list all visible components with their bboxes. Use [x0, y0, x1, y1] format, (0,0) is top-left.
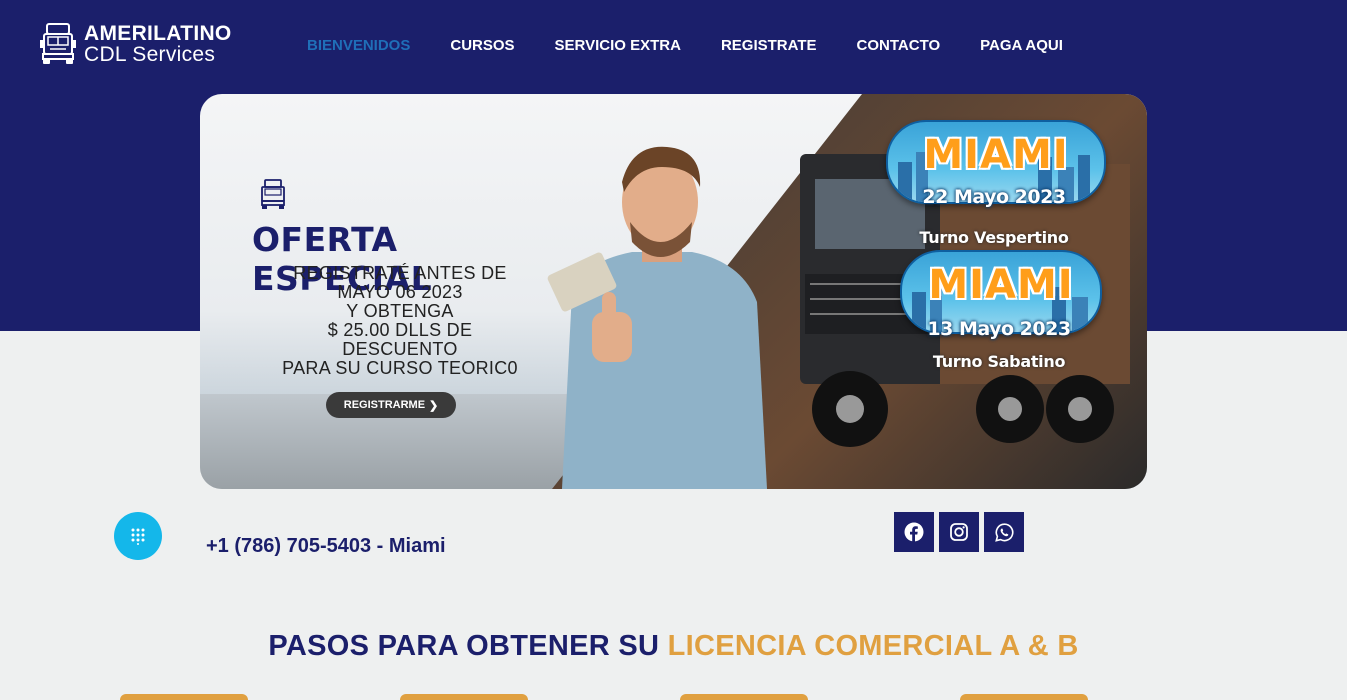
instagram-link[interactable] [939, 512, 979, 552]
nav-cursos[interactable]: CURSOS [450, 37, 514, 54]
chevron-right-icon: ❯ [429, 399, 439, 412]
session-city: MIAMI [928, 262, 1074, 308]
step-card-edge [960, 694, 1088, 700]
social-links [894, 512, 1024, 552]
site-logo[interactable]: AMERILATINO CDL Services [38, 22, 232, 66]
phone-number[interactable]: +1 (786) 705-5403 - Miami [206, 535, 446, 558]
step-card-edge [120, 694, 248, 700]
nav-paga-aqui[interactable]: PAGA AQUI [980, 37, 1063, 54]
instagram-icon [950, 523, 968, 541]
session-badge-1: MIAMI 22 Mayo 2023 Turno Vespertino [886, 120, 1106, 247]
register-button[interactable]: REGISTRARME ❯ [326, 392, 456, 418]
dialpad-button[interactable] [114, 512, 162, 560]
whatsapp-icon [994, 522, 1013, 542]
session-date: 13 Mayo 2023 [927, 318, 1071, 340]
nav-servicio-extra[interactable]: SERVICIO EXTRA [555, 37, 681, 54]
brand-name: AMERILATINO [84, 22, 232, 45]
steps-heading: PASOS PARA OBTENER SU LICENCIA COMERCIAL… [268, 630, 1079, 662]
truck-icon [261, 179, 285, 209]
step-card-edge [400, 694, 528, 700]
session-badge-2: MIAMI 13 Mayo 2023 Turno Sabatino [900, 250, 1118, 371]
nav-bienvenidos[interactable]: BIENVENIDOS [307, 37, 410, 54]
session-city: MIAMI [923, 132, 1069, 178]
dialpad-icon [131, 528, 145, 545]
nav-registrate[interactable]: REGISTRATE [721, 37, 817, 54]
facebook-link[interactable] [894, 512, 934, 552]
brand-subtitle: CDL Services [84, 43, 216, 66]
nav-contacto[interactable]: CONTACTO [857, 37, 941, 54]
session-date: 22 Mayo 2023 [922, 186, 1066, 208]
session-turn: Turno Sabatino [932, 352, 1066, 371]
site-header: AMERILATINO CDL Services BIENVENIDOS CUR… [0, 0, 1347, 92]
session-turn: Turno Vespertino [919, 228, 1069, 247]
step-cards-top [120, 694, 1220, 700]
promo-description: REGISTRATÉ ANTES DE MAYO 06 2023 Y OBTEN… [282, 263, 518, 378]
truck-logo-icon [40, 23, 76, 64]
main-nav: BIENVENIDOS CURSOS SERVICIO EXTRA REGIST… [307, 37, 1103, 54]
man-thumbs-up-image [547, 146, 767, 489]
promo-banner[interactable]: OFERTA ESPECIAL REGISTRATÉ ANTES DE MAYO… [200, 94, 1147, 489]
whatsapp-link[interactable] [984, 512, 1024, 552]
facebook-icon [904, 522, 924, 542]
step-card-edge [680, 694, 808, 700]
